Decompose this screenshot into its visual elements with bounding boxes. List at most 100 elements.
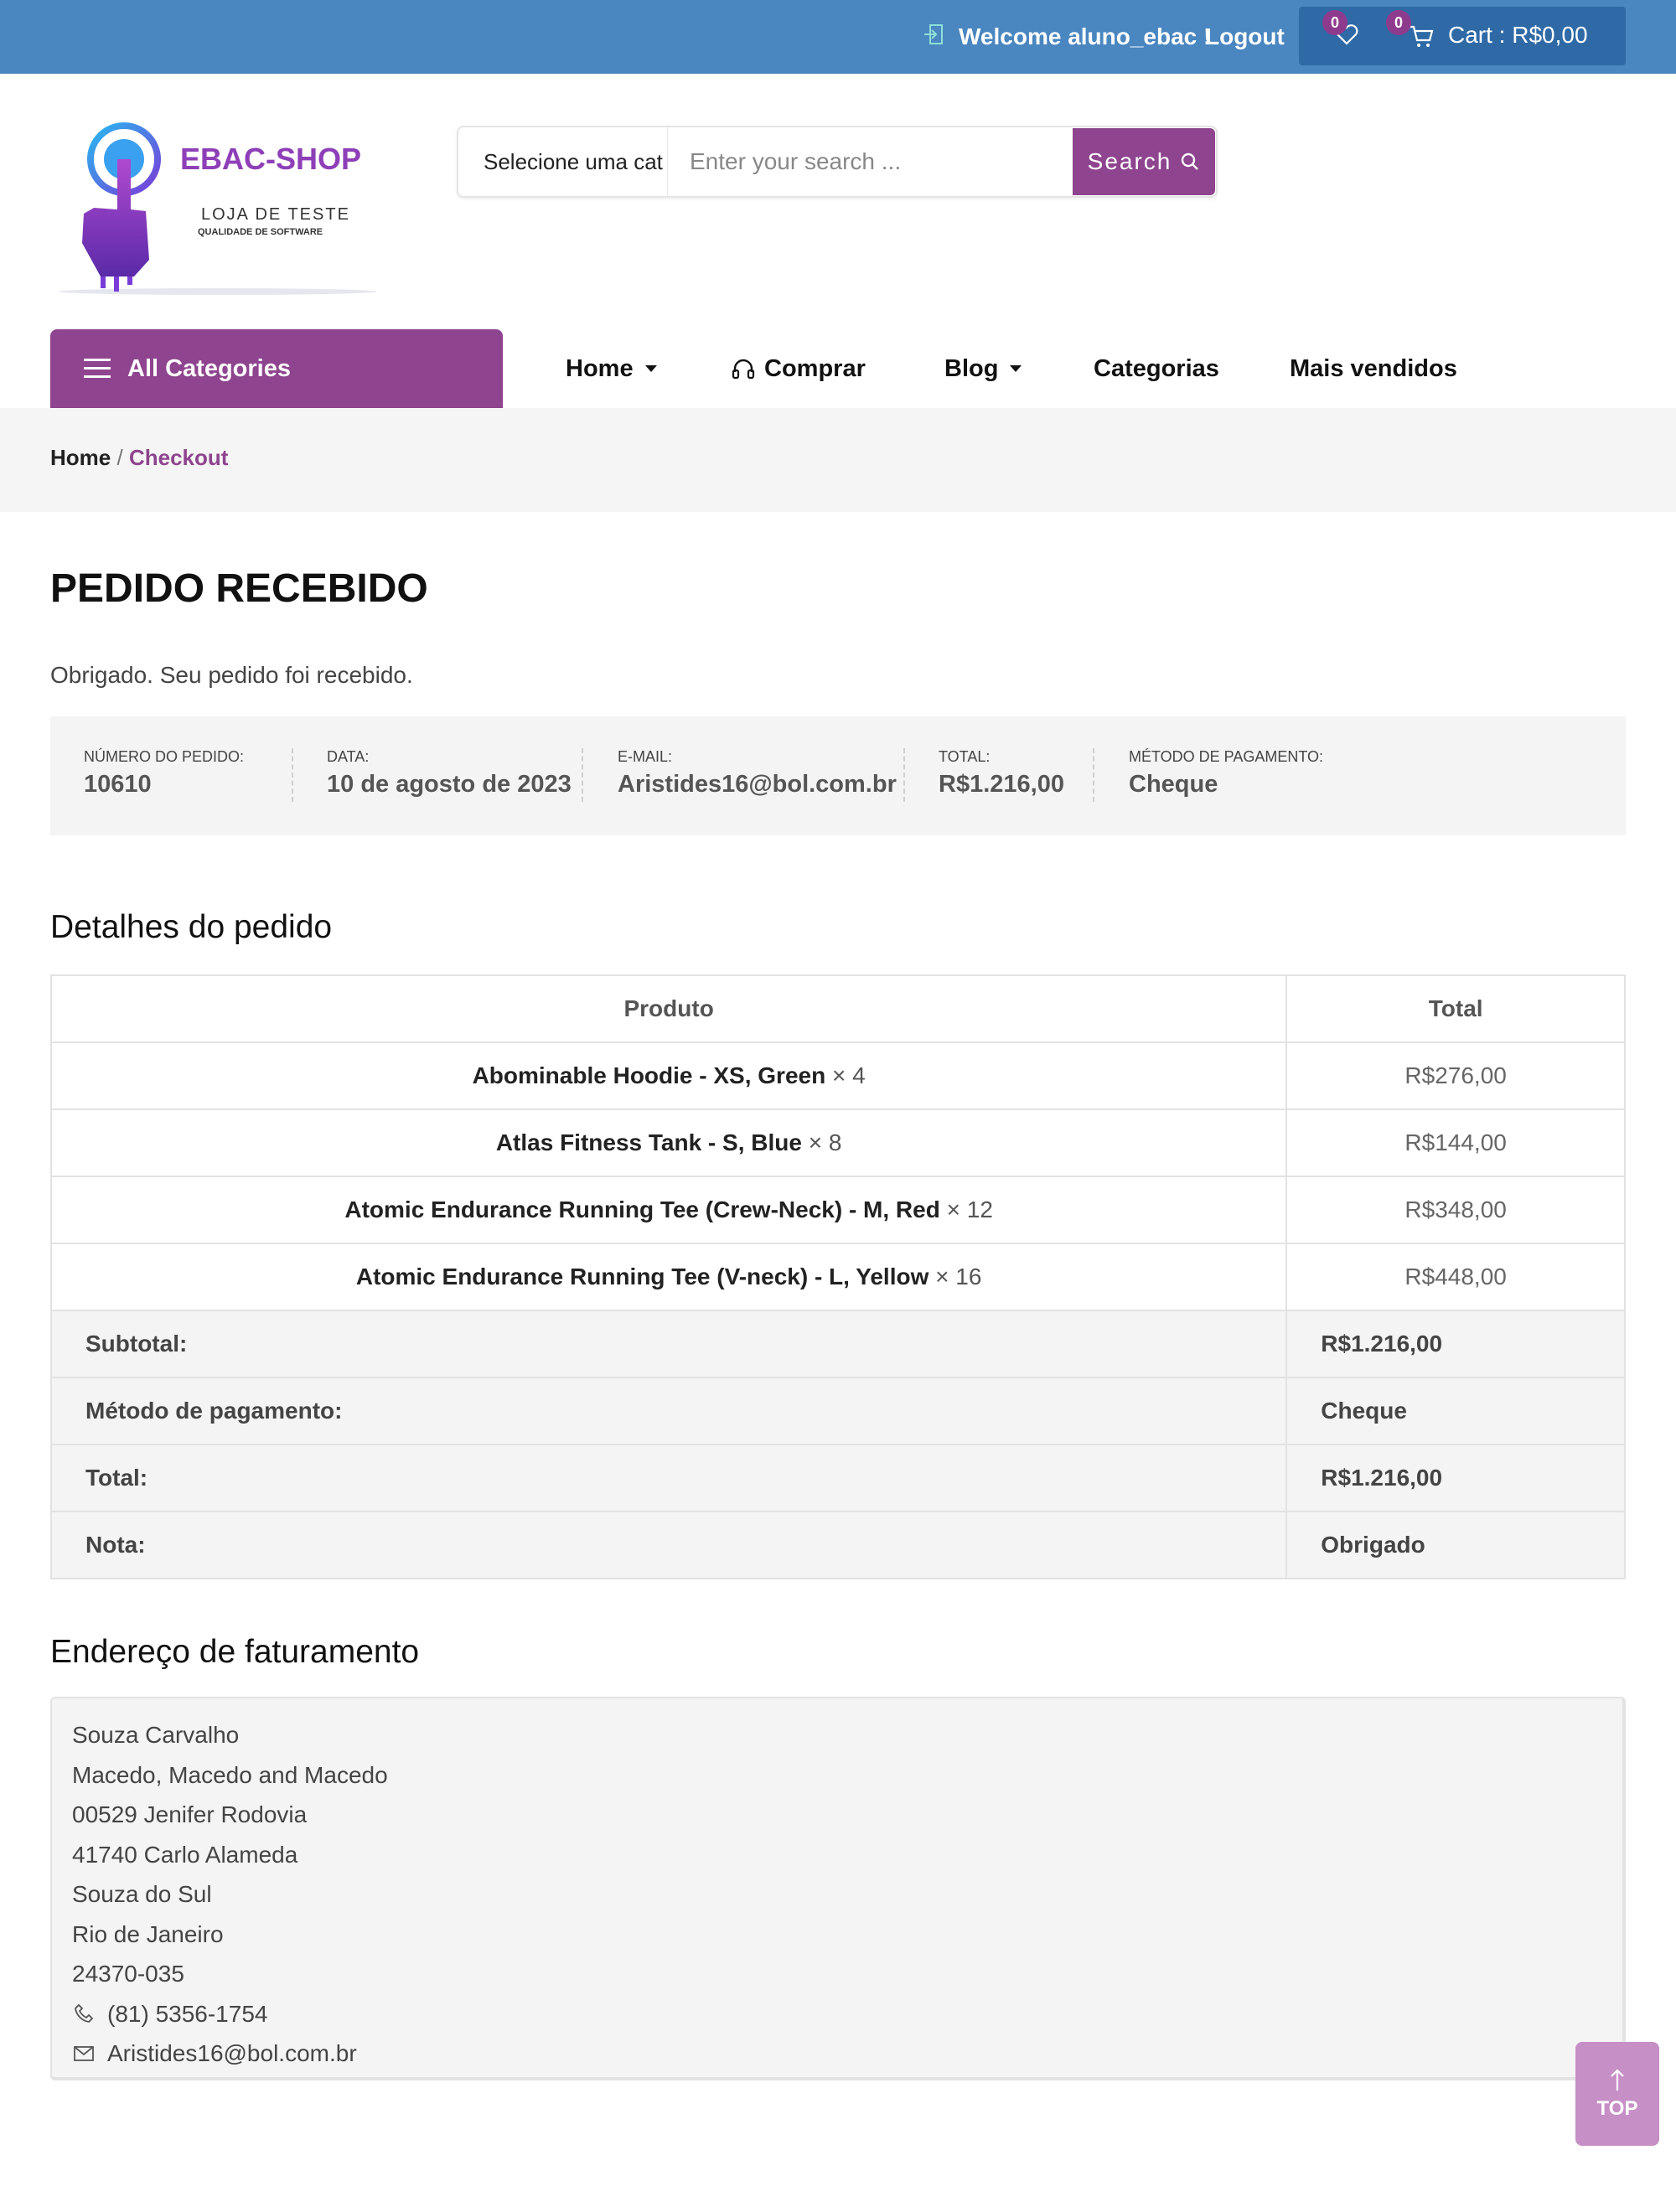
subtotal-label: Subtotal:	[49, 1310, 1288, 1378]
column-header-total: Total	[1285, 974, 1626, 1043]
table-row: Abominable Hoodie - XS, Green × 4 R$276,…	[49, 1041, 1626, 1110]
address-line: Macedo, Macedo and Macedo	[72, 1761, 388, 1788]
product-quantity: × 4	[831, 1062, 866, 1088]
nav-home-label: Home	[566, 354, 634, 382]
divider	[903, 748, 905, 802]
total-value: R$1.216,00	[1285, 1444, 1626, 1512]
back-to-top-button[interactable]: TOP	[1575, 2042, 1659, 2146]
search-button[interactable]: Search	[1073, 128, 1215, 195]
arrow-up-icon	[1611, 2069, 1624, 2091]
table-footer-row: Método de pagamento: Cheque	[49, 1377, 1626, 1445]
nav-blog[interactable]: Blog	[944, 355, 1037, 383]
all-categories-label: All Categories	[127, 354, 291, 382]
product-link[interactable]: Atomic Endurance Running Tee (Crew-Neck)…	[344, 1196, 939, 1222]
overview-label: DATA:	[327, 748, 370, 765]
product-cell: Atomic Endurance Running Tee (Crew-Neck)…	[49, 1176, 1288, 1244]
overview-value: R$1.216,00	[939, 771, 1064, 798]
chevron-down-icon	[644, 365, 657, 372]
nav-categorias[interactable]: Categorias	[1094, 355, 1219, 383]
payment-method-label: Método de pagamento:	[49, 1377, 1288, 1445]
cart-area: 0 0 Cart : R$0,00	[1299, 7, 1626, 65]
overview-email: E-MAIL: Aristides16@bol.com.br	[618, 748, 897, 798]
product-total: R$348,00	[1285, 1176, 1626, 1244]
cart-icon-button[interactable]	[1408, 23, 1435, 54]
chevron-down-icon	[1010, 365, 1022, 372]
address-email: Aristides16@bol.com.br	[72, 2034, 1602, 2074]
nav-mais-vendidos[interactable]: Mais vendidos	[1290, 355, 1457, 383]
overview-value: Cheque	[1129, 771, 1218, 798]
address-line: 24370-035	[72, 1961, 184, 1987]
site-logo[interactable]: EBAC-SHOP LOJA DE TESTE QUALIDADE DE SOF…	[59, 117, 385, 302]
overview-payment-method: MÉTODO DE PAGAMENTO: Cheque	[1129, 748, 1323, 798]
table-row: Atlas Fitness Tank - S, Blue × 8 R$144,0…	[49, 1109, 1626, 1177]
logout-link[interactable]: Logout	[1205, 18, 1285, 55]
table-row: Atomic Endurance Running Tee (Crew-Neck)…	[49, 1176, 1626, 1244]
total-label: Total:	[49, 1444, 1288, 1512]
wishlist-count-badge: 0	[1322, 10, 1348, 35]
note-value: Obrigado	[1285, 1511, 1626, 1579]
breadcrumb-home[interactable]: Home	[50, 445, 111, 470]
billing-address-heading: Endereço de faturamento	[50, 1634, 420, 1670]
mail-icon	[74, 2045, 94, 2061]
table-footer-row: Subtotal: R$1.216,00	[49, 1310, 1626, 1378]
overview-value: Aristides16@bol.com.br	[618, 771, 897, 798]
welcome-text: Welcome aluno_ebac !	[959, 23, 1212, 49]
address-line: 00529 Jenifer Rodovia	[72, 1801, 308, 1827]
email-address: Aristides16@bol.com.br	[107, 2040, 357, 2066]
product-cell: Abominable Hoodie - XS, Green × 4	[49, 1041, 1288, 1110]
product-cell: Atlas Fitness Tank - S, Blue × 8	[49, 1109, 1288, 1177]
address-phone: (81) 5356-1754	[72, 1994, 1602, 2034]
search-button-label: Search	[1087, 148, 1172, 174]
menu-icon	[84, 359, 111, 378]
product-cell: Atomic Endurance Running Tee (V-neck) - …	[49, 1243, 1288, 1311]
address-line: Rio de Janeiro	[72, 1920, 224, 1947]
overview-label: TOTAL:	[939, 748, 991, 765]
overview-date: DATA: 10 de agosto de 2023	[327, 748, 572, 798]
page-title: PEDIDO RECEBIDO	[50, 566, 428, 611]
table-footer-row: Nota: Obrigado	[49, 1511, 1626, 1579]
divider	[292, 748, 293, 802]
product-total: R$276,00	[1285, 1041, 1626, 1110]
thank-you-message: Obrigado. Seu pedido foi recebido.	[50, 662, 413, 688]
nav-mais-vendidos-label: Mais vendidos	[1290, 354, 1457, 382]
table-header: Produto Total	[49, 974, 1626, 1043]
nav-comprar[interactable]: Comprar	[731, 355, 873, 383]
search-bar: Selecione uma cat Search	[457, 126, 1218, 198]
product-total: R$144,00	[1285, 1109, 1626, 1177]
address-line: Souza do Sul	[72, 1881, 212, 1907]
nav-comprar-label: Comprar	[764, 354, 866, 382]
logo-subtagline: QUALIDADE DE SOFTWARE	[198, 227, 323, 237]
all-categories-button[interactable]: All Categories	[50, 329, 503, 408]
address-line: Souza Carvalho	[72, 1722, 240, 1748]
table-row: Atomic Endurance Running Tee (V-neck) - …	[49, 1243, 1626, 1311]
overview-value: 10 de agosto de 2023	[327, 771, 572, 798]
back-to-top-label: TOP	[1596, 2097, 1638, 2120]
product-quantity: × 12	[946, 1196, 993, 1222]
nav-blog-label: Blog	[944, 354, 999, 382]
note-label: Nota:	[49, 1511, 1288, 1579]
product-link[interactable]: Atlas Fitness Tank - S, Blue	[496, 1129, 802, 1155]
overview-order-number: NÚMERO DO PEDIDO: 10610	[84, 748, 244, 798]
order-overview: NÚMERO DO PEDIDO: 10610 DATA: 10 de agos…	[50, 716, 1626, 835]
breadcrumb: Home / Checkout	[0, 408, 1676, 512]
nav-home[interactable]: Home	[566, 355, 658, 383]
divider	[582, 748, 583, 802]
overview-value: 10610	[84, 771, 152, 798]
product-link[interactable]: Atomic Endurance Running Tee (V-neck) - …	[356, 1264, 929, 1289]
address-line: 41740 Carlo Alameda	[72, 1841, 298, 1868]
logo-brand: EBAC-SHOP	[180, 142, 361, 176]
overview-label: NÚMERO DO PEDIDO:	[84, 748, 245, 765]
column-header-product: Produto	[49, 974, 1288, 1043]
search-input[interactable]	[668, 127, 1073, 196]
breadcrumb-current: Checkout	[128, 445, 229, 470]
nav-categorias-label: Categorias	[1094, 354, 1219, 382]
welcome-link[interactable]: Welcome aluno_ebac !	[922, 18, 1211, 55]
subtotal-value: R$1.216,00	[1285, 1310, 1626, 1378]
cart-total-link[interactable]: Cart : R$0,00	[1448, 22, 1588, 49]
overview-label: E-MAIL:	[618, 748, 673, 765]
product-quantity: × 16	[935, 1264, 982, 1289]
product-link[interactable]: Abominable Hoodie - XS, Green	[473, 1062, 826, 1088]
category-select[interactable]: Selecione uma cat	[458, 127, 668, 196]
login-icon	[922, 22, 947, 53]
divider	[1093, 748, 1094, 802]
